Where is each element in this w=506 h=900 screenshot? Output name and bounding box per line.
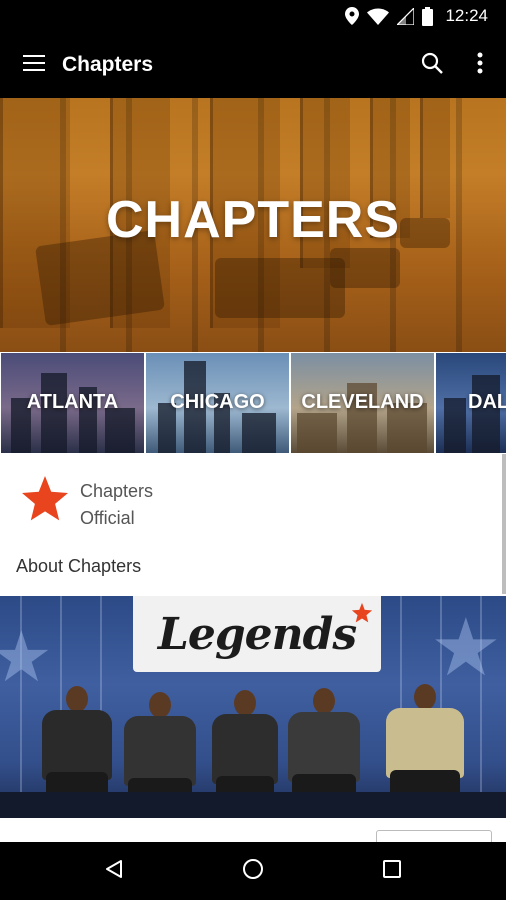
- status-time: 12:24: [445, 6, 488, 25]
- city-label: ATLANTA: [26, 391, 119, 413]
- star-icon: [20, 474, 70, 524]
- city-building: [105, 408, 135, 453]
- cell-signal-icon: [397, 7, 415, 25]
- content-area[interactable]: Chapters Official About Chapters ★ ★ Leg…: [0, 454, 506, 842]
- city-label: DAL: [468, 391, 506, 413]
- search-icon: [421, 52, 443, 79]
- hamburger-menu-icon: [23, 54, 45, 77]
- status-bar: 12:24: [0, 0, 506, 32]
- city-tile-cleveland[interactable]: CLEVELAND: [291, 353, 434, 453]
- city-building: [472, 375, 500, 453]
- city-carousel[interactable]: ATLANTA CHICAGO CLEVELAND DAL: [0, 352, 506, 454]
- legend-person: [42, 686, 112, 808]
- hero-chair-shape: [330, 248, 400, 288]
- city-tile-dallas[interactable]: DAL: [436, 353, 506, 453]
- legend-person: [288, 688, 360, 808]
- legends-logo: Legends: [157, 608, 357, 660]
- home-button[interactable]: [233, 851, 273, 891]
- outline-button[interactable]: [376, 830, 492, 842]
- city-building: [242, 413, 276, 453]
- status-icons: 12:24: [345, 0, 488, 32]
- city-building: [297, 413, 337, 453]
- stage-floor: [0, 792, 506, 818]
- legends-image[interactable]: ★ ★ Legends: [0, 596, 506, 818]
- star-decoration-icon: ★: [430, 603, 502, 692]
- scrollbar[interactable]: [502, 454, 506, 594]
- back-icon: [105, 859, 123, 884]
- system-nav-bar: [0, 842, 506, 900]
- more-vert-icon: [477, 52, 483, 79]
- search-button[interactable]: [412, 45, 452, 85]
- legend-person: [212, 690, 278, 810]
- location-icon: [345, 7, 360, 25]
- org-name[interactable]: Chapters Official: [80, 478, 200, 532]
- home-icon: [242, 858, 264, 885]
- city-tile-atlanta[interactable]: ATLANTA: [1, 353, 144, 453]
- hero-chair-shape: [215, 258, 345, 318]
- about-heading: About Chapters: [16, 556, 142, 576]
- back-button[interactable]: [94, 851, 134, 891]
- legends-star-icon: [351, 602, 373, 629]
- recents-icon: [383, 859, 401, 883]
- hero-banner: CHAPTERS: [0, 98, 506, 352]
- battery-icon: [422, 6, 434, 26]
- legends-banner: Legends: [133, 596, 381, 672]
- legend-person: [124, 692, 196, 812]
- more-options-button[interactable]: [460, 45, 500, 85]
- wifi-icon: [367, 8, 390, 25]
- app-bar: Chapters: [0, 32, 506, 98]
- city-tile-chicago[interactable]: CHICAGO: [146, 353, 289, 453]
- page-title: Chapters: [62, 53, 154, 76]
- recents-button[interactable]: [372, 851, 412, 891]
- legend-person: [386, 684, 464, 808]
- city-label: CLEVELAND: [301, 391, 424, 413]
- city-label: CHICAGO: [170, 391, 265, 413]
- hero-title: CHAPTERS: [105, 191, 401, 249]
- navigation-menu-button[interactable]: [14, 45, 54, 85]
